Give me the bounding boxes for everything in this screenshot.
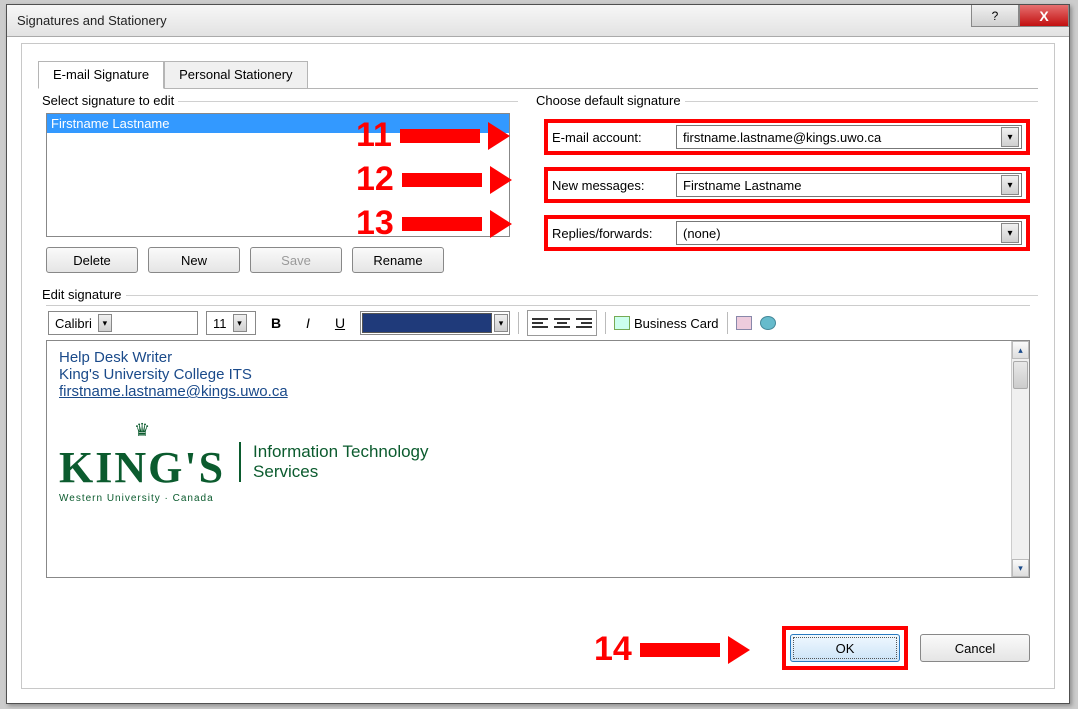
new-button[interactable]: New [148,247,240,273]
titlebar: Signatures and Stationery ? X [7,5,1069,37]
scroll-up-icon[interactable]: ▴ [1012,341,1029,359]
scroll-thumb[interactable] [1013,361,1028,389]
dropdown-arrow-icon [1001,223,1019,243]
dropdown-arrow-icon [98,314,112,332]
business-card-button[interactable]: Business Card [614,316,719,331]
tab-content: Select signature to edit Firstname Lastn… [38,88,1038,586]
edit-signature-label: Edit signature [38,287,126,302]
crown-icon: ♛ [59,420,225,442]
dialog-window: Signatures and Stationery ? X E-mail Sig… [6,4,1070,704]
underline-button[interactable]: U [328,312,352,334]
select-signature-label: Select signature to edit [38,93,178,108]
logo-block: ♛ KING'S Western University · Canada Inf… [59,420,1017,504]
logo-text: KING'S [59,442,225,493]
dropdown-arrow-icon [1001,127,1019,147]
editor-email-link[interactable]: firstname.lastname@kings.uwo.ca [59,383,1017,400]
dropdown-arrow-icon [1001,175,1019,195]
signature-list[interactable]: Firstname Lastname [46,113,510,237]
align-right-button[interactable] [573,312,595,334]
select-signature-group: Select signature to edit Firstname Lastn… [38,101,518,281]
tabstrip: E-mail Signature Personal Stationery [38,60,1038,88]
its-text: Information Technology Services [239,442,428,483]
replies-forwards-combo[interactable]: (none) [676,221,1022,245]
edit-signature-group: Edit signature Calibri 11 B I U [38,295,1038,586]
ok-button[interactable]: OK [790,634,900,662]
close-button[interactable]: X [1019,5,1069,27]
dropdown-arrow-icon [233,314,247,332]
font-combo[interactable]: Calibri [48,311,198,335]
choose-default-group: Choose default signature E-mail account:… [532,101,1038,281]
font-color-combo[interactable] [360,311,510,335]
dialog-body: E-mail Signature Personal Stationery Sel… [21,43,1055,689]
edit-toolbar: Calibri 11 B I U [46,305,1030,340]
annotation-box-12: New messages: Firstname Lastname [544,167,1030,203]
italic-button[interactable]: I [296,312,320,334]
save-button: Save [250,247,342,273]
signature-editor[interactable]: Help Desk Writer King's University Colle… [46,340,1030,578]
align-center-button[interactable] [551,312,573,334]
delete-button[interactable]: Delete [46,247,138,273]
editor-scrollbar[interactable]: ▴ ▾ [1011,341,1029,577]
cancel-button[interactable]: Cancel [920,634,1030,662]
email-account-label: E-mail account: [552,130,670,145]
insert-hyperlink-icon[interactable] [760,316,776,330]
rename-button[interactable]: Rename [352,247,444,273]
editor-line-1: Help Desk Writer [59,349,1017,366]
align-left-button[interactable] [529,312,551,334]
bold-button[interactable]: B [264,312,288,334]
window-title: Signatures and Stationery [17,13,167,28]
annotation-box-11: E-mail account: firstname.lastname@kings… [544,119,1030,155]
help-button[interactable]: ? [971,5,1019,27]
email-account-combo[interactable]: firstname.lastname@kings.uwo.ca [676,125,1022,149]
business-card-icon [614,316,630,330]
dropdown-arrow-icon [494,314,508,332]
dialog-buttons: OK Cancel [782,626,1030,670]
tab-email-signature[interactable]: E-mail Signature [38,61,164,89]
font-size-combo[interactable]: 11 [206,311,256,335]
annotation-box-14: OK [782,626,908,670]
logo-subtext: Western University · Canada [59,493,225,504]
signature-list-item[interactable]: Firstname Lastname [47,114,509,133]
new-messages-label: New messages: [552,178,670,193]
replies-forwards-label: Replies/forwards: [552,226,670,241]
new-messages-combo[interactable]: Firstname Lastname [676,173,1022,197]
color-swatch [362,313,492,333]
scroll-down-icon[interactable]: ▾ [1012,559,1029,577]
insert-picture-icon[interactable] [736,316,752,330]
choose-default-label: Choose default signature [532,93,685,108]
annotation-box-13: Replies/forwards: (none) [544,215,1030,251]
editor-line-2: King's University College ITS [59,366,1017,383]
tab-personal-stationery[interactable]: Personal Stationery [164,61,307,89]
